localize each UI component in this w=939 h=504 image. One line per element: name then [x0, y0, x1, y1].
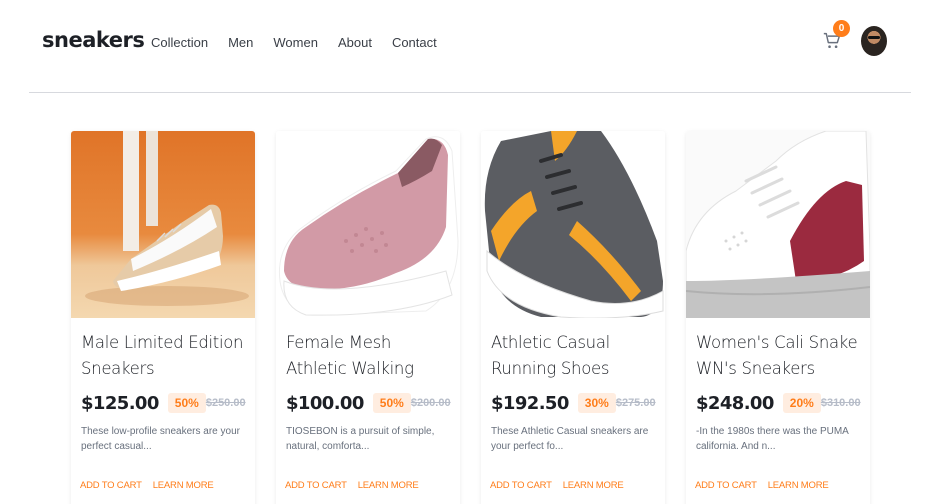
avatar[interactable] — [861, 26, 887, 56]
product-title[interactable]: Male Limited Edition Sneakers — [81, 330, 245, 382]
product-card: Women's Cali Snake WN's Sneakers $248.00… — [686, 131, 870, 504]
sneaker-illustration — [484, 131, 664, 318]
product-description: These low-profile sneakers are your perf… — [81, 426, 240, 452]
discount-badge: 50% — [372, 393, 411, 413]
product-price: $100.00 — [286, 392, 364, 414]
product-description: -In the 1980s there was the PUMA califor… — [696, 426, 849, 452]
product-image[interactable] — [686, 131, 870, 318]
product-description: TIOSEBON is a pursuit of simple, natural… — [286, 426, 435, 452]
original-price: $200.00 — [410, 397, 451, 409]
product-card: Athletic Casual Running Shoes $192.50 30… — [481, 131, 665, 504]
learn-more-link[interactable]: LEARN MORE — [153, 480, 214, 491]
discount-badge: 20% — [782, 393, 821, 413]
nav-link-contact[interactable]: Contact — [392, 35, 437, 50]
product-price: $248.00 — [696, 392, 774, 414]
cart-button[interactable]: 0 — [823, 20, 850, 52]
logo[interactable]: sneakers — [42, 28, 145, 52]
learn-more-link[interactable]: LEARN MORE — [358, 480, 419, 491]
nav-link-women[interactable]: Women — [273, 35, 318, 50]
add-to-cart-button[interactable]: ADD TO CART — [80, 480, 142, 491]
original-price: $250.00 — [205, 397, 246, 409]
nav-link-men[interactable]: Men — [228, 35, 253, 50]
product-price: $192.50 — [491, 392, 569, 414]
discount-badge: 50% — [167, 393, 206, 413]
learn-more-link[interactable]: LEARN MORE — [563, 480, 624, 491]
sneaker-illustration — [686, 131, 870, 318]
add-to-cart-button[interactable]: ADD TO CART — [695, 480, 757, 491]
header-divider — [29, 92, 911, 93]
product-description: These Athletic Casual sneakers are your … — [491, 426, 649, 452]
sneaker-illustration — [278, 136, 459, 316]
nav-link-about[interactable]: About — [338, 35, 372, 50]
nav-link-collection[interactable]: Collection — [151, 35, 208, 50]
product-card: Male Limited Edition Sneakers $125.00 50… — [71, 131, 255, 504]
add-to-cart-button[interactable]: ADD TO CART — [285, 480, 347, 491]
original-price: $275.00 — [615, 397, 656, 409]
product-image[interactable] — [481, 131, 665, 318]
product-title[interactable]: Women's Cali Snake WN's Sneakers — [696, 330, 860, 382]
cart-count-badge: 0 — [833, 20, 850, 37]
discount-badge: 30% — [577, 393, 616, 413]
learn-more-link[interactable]: LEARN MORE — [768, 480, 829, 491]
product-card: Female Mesh Athletic Walking $100.00 50%… — [276, 131, 460, 504]
product-grid: Male Limited Edition Sneakers $125.00 50… — [71, 131, 870, 504]
product-image[interactable] — [71, 131, 255, 318]
product-image[interactable] — [276, 131, 460, 318]
product-price: $125.00 — [81, 392, 159, 414]
sneaker-illustration — [85, 131, 249, 306]
product-title[interactable]: Female Mesh Athletic Walking — [286, 330, 450, 382]
site-header: sneakers Collection Men Women About Cont… — [0, 0, 939, 92]
original-price: $310.00 — [820, 397, 861, 409]
add-to-cart-button[interactable]: ADD TO CART — [490, 480, 552, 491]
product-title[interactable]: Athletic Casual Running Shoes — [491, 330, 655, 382]
main-nav: Collection Men Women About Contact — [151, 35, 437, 50]
